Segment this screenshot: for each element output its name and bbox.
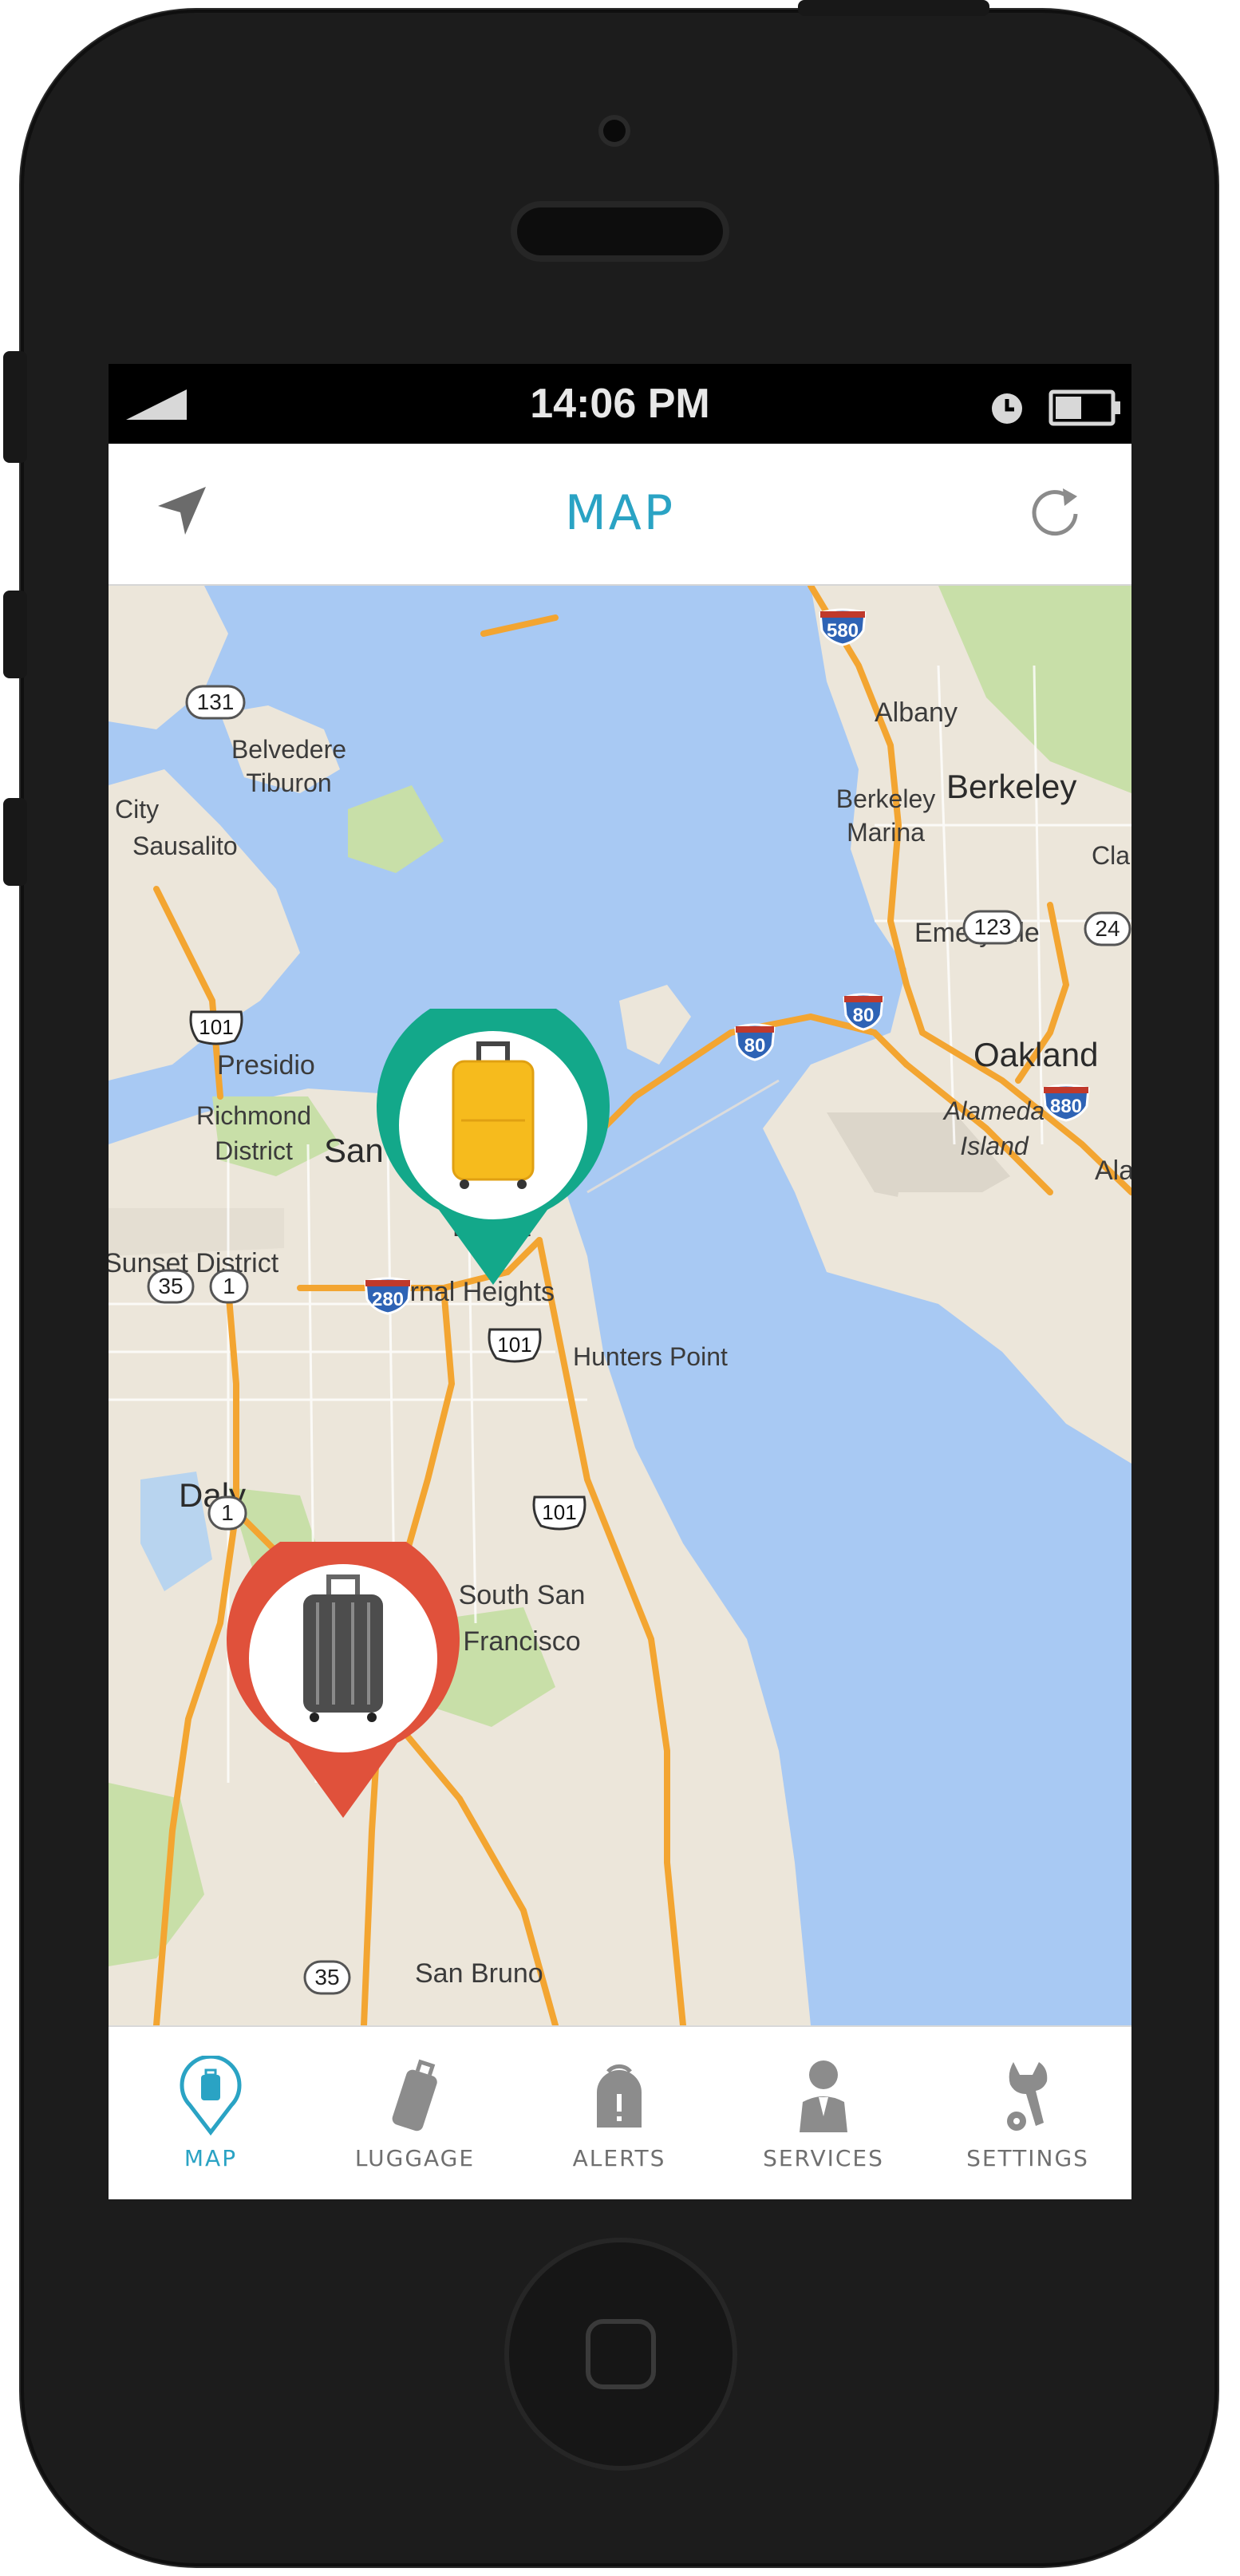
shield-number: 101 — [199, 1015, 233, 1039]
state-route-shield-35-north: 35 — [147, 1269, 195, 1307]
power-button — [798, 0, 989, 16]
map-label-hunters-point: Hunters Point — [573, 1342, 728, 1371]
state-route-shield-123-badge: 123 — [962, 910, 1023, 948]
luggage-icon — [392, 2059, 437, 2132]
volume-up-button — [3, 591, 27, 678]
tab-label: ALERTS — [572, 2145, 666, 2171]
map-label-claremont: Cla — [1092, 841, 1131, 870]
map-label-oakland: Oakland — [973, 1036, 1099, 1073]
us-route-shield-101-north: 101 — [187, 1009, 246, 1050]
tab-settings[interactable]: SETTINGS — [926, 2027, 1130, 2199]
map-label-alameda-island: Alameda Island — [943, 1096, 1045, 1160]
shield-number: 80 — [744, 1035, 766, 1057]
state-route-shield-24: 24 — [1084, 911, 1131, 950]
state-route-shield-1-south: 1 — [207, 1495, 247, 1534]
page-title: MAP — [565, 485, 675, 541]
tab-services[interactable]: SERVICES — [721, 2027, 926, 2199]
tab-label: SETTINGS — [966, 2145, 1089, 2171]
state-route-shield-1-north: 1 — [209, 1269, 249, 1307]
tab-bar: MAP LUGGAGE ALERTS SERVICES SETTINGS — [109, 2025, 1131, 2199]
luggage-marker-grey[interactable] — [227, 1523, 460, 1824]
shield-number: 101 — [497, 1333, 531, 1357]
ringer-switch — [3, 351, 27, 463]
shield-number: 1 — [221, 1500, 234, 1525]
map-label-presidio: Presidio — [217, 1050, 315, 1081]
map-label-albany: Albany — [875, 697, 958, 728]
shield-number: 880 — [1050, 1096, 1082, 1117]
map-label-sausalito: Sausalito — [132, 832, 238, 860]
tab-map[interactable]: MAP — [109, 2027, 313, 2199]
map-label-alameda: Ala — [1095, 1156, 1131, 1186]
front-camera — [603, 120, 626, 142]
status-time: 14:06 PM — [530, 381, 710, 427]
grey-suitcase-icon — [303, 1574, 383, 1722]
wrench-icon — [1007, 2062, 1048, 2131]
tab-label: LUGGAGE — [354, 2145, 476, 2171]
luggage-marker-yellow[interactable] — [377, 990, 610, 1291]
shield-number: 24 — [1095, 916, 1120, 941]
tab-luggage[interactable]: LUGGAGE — [313, 2027, 517, 2199]
map-label-belvedere-tiburon: Belvedere Tiburon — [231, 735, 347, 797]
volume-down-button — [3, 798, 27, 886]
earpiece-speaker — [517, 207, 723, 255]
home-button[interactable] — [509, 2242, 733, 2466]
interstate-shield-580: 580 — [817, 606, 868, 650]
interstate-shield-880: 880 — [1041, 1082, 1092, 1125]
tab-label: SERVICES — [763, 2145, 884, 2171]
shield-number: 35 — [314, 1965, 339, 1989]
battery-icon — [1048, 389, 1120, 426]
service-agent-icon — [800, 2060, 847, 2132]
shield-number: 1 — [223, 1274, 235, 1298]
interstate-shield-80-west: 80 — [733, 1021, 777, 1065]
map-label-berkeley-marina: Berkeley Marina — [835, 784, 936, 847]
map-label-city: City — [115, 795, 160, 824]
shield-number: 101 — [542, 1500, 576, 1524]
status-bar: 14:06 PM — [109, 364, 1131, 444]
shield-number: 580 — [827, 620, 859, 642]
tab-label: MAP — [184, 2145, 238, 2171]
map-label-richmond-district: Richmond District — [195, 1101, 312, 1165]
map-label-berkeley: Berkeley — [946, 768, 1077, 805]
tab-alerts[interactable]: ALERTS — [517, 2027, 721, 2199]
us-route-shield-101-mid: 101 — [485, 1326, 544, 1368]
shield-number: 35 — [158, 1274, 183, 1298]
map-pin-icon — [180, 2054, 242, 2136]
alarm-clock-icon — [992, 393, 1022, 424]
shield-number: 280 — [372, 1289, 404, 1310]
shield-number: 131 — [197, 689, 235, 714]
us-route-shield-101-south: 101 — [530, 1494, 589, 1535]
shield-number: 80 — [853, 1005, 875, 1026]
alert-bell-icon — [597, 2064, 642, 2128]
nav-bar: MAP — [109, 444, 1131, 586]
shield-number: 123 — [974, 915, 1012, 939]
state-route-shield-131: 131 — [185, 685, 246, 723]
map-view[interactable]: Albany Berkeley Berkeley Marina Belveder… — [109, 586, 1131, 2025]
screen: 14:06 PM MAP Albany Berkeley Berkeley Ma… — [109, 364, 1131, 2199]
refresh-icon[interactable] — [1025, 480, 1085, 541]
yellow-suitcase-icon — [452, 1041, 535, 1189]
home-button-square-icon — [586, 2319, 656, 2389]
map-label-san-bruno: San Bruno — [415, 1958, 543, 1989]
state-route-shield-35-south: 35 — [303, 1960, 351, 1998]
interstate-shield-80-east: 80 — [841, 991, 886, 1034]
